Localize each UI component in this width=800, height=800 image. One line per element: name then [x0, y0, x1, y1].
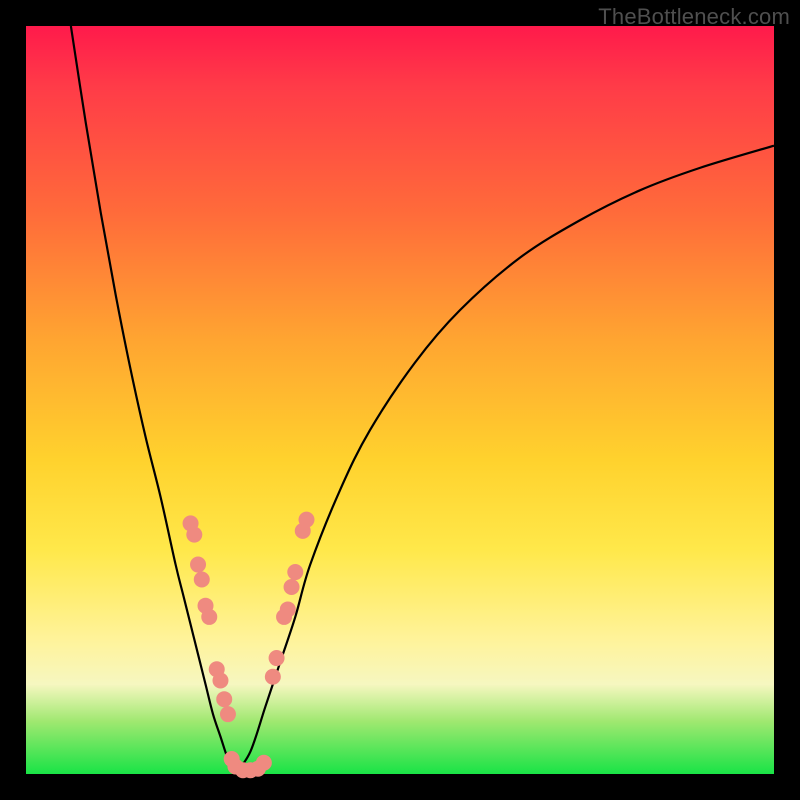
data-dot [186, 527, 202, 543]
data-dot [299, 512, 315, 528]
data-dot [190, 557, 206, 573]
data-dot [220, 706, 236, 722]
data-dot [212, 673, 228, 689]
data-dot [216, 691, 232, 707]
data-dot [265, 669, 281, 685]
data-dot [256, 755, 272, 771]
data-dot [284, 579, 300, 595]
chart-frame: TheBottleneck.com [0, 0, 800, 800]
data-dot [287, 564, 303, 580]
data-dot [194, 572, 210, 588]
data-dot [269, 650, 285, 666]
curve-left-branch [71, 26, 236, 774]
curve-layer [26, 26, 774, 774]
data-dot [280, 601, 296, 617]
curve-right-branch [235, 146, 774, 774]
data-dot [201, 609, 217, 625]
plot-area [26, 26, 774, 774]
